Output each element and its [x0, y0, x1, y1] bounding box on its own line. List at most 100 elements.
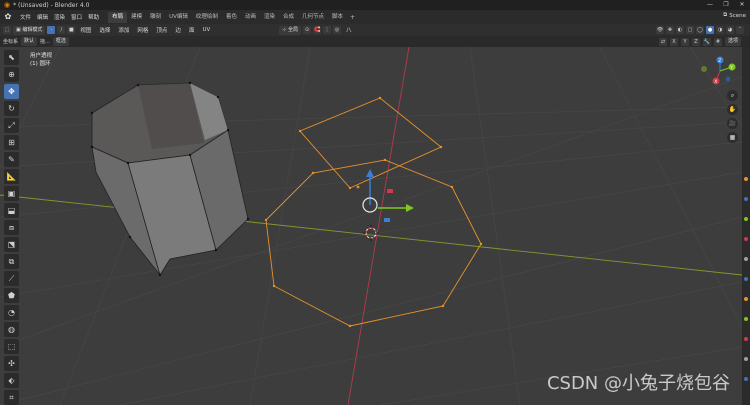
tab-texture-paint[interactable]: 纹理绘制	[192, 12, 222, 23]
add-workspace-icon[interactable]: +	[347, 14, 358, 21]
vertex-select-icon[interactable]: ·	[47, 26, 56, 34]
tab-animation[interactable]: 动画	[241, 12, 260, 23]
tool-settings-header: 坐标系 默认 拖... 框选 ⇄ X Y Z 🔧 # 选项	[0, 36, 750, 47]
sidebar-tabs[interactable]	[742, 47, 750, 405]
rip-tool-icon[interactable]: ⌗	[4, 390, 19, 405]
menu-face[interactable]: 面	[186, 26, 198, 34]
x-axis-line	[0, 194, 742, 276]
scale-tool-icon[interactable]: ⤢	[4, 118, 19, 133]
view-name: 用户透视	[30, 53, 53, 59]
menu-bar: ✿ 文件 编辑 渲染 窗口 帮助 布局 建模 雕刻 UV编辑 纹理绘制 着色 动…	[0, 10, 750, 24]
wrench-icon[interactable]: 🔧	[702, 37, 711, 46]
view-object-types-icon[interactable]: 👁	[656, 26, 664, 34]
proportional-label: 八	[346, 28, 352, 34]
move-gizmo[interactable]	[362, 169, 414, 222]
tab-geometry-nodes[interactable]: 几何节点	[298, 12, 328, 23]
menu-add[interactable]: 添加	[115, 26, 132, 34]
tab-scripting[interactable]: 脚本	[328, 12, 347, 23]
rendered-shading-icon[interactable]: ◕	[726, 26, 734, 34]
tab-modeling[interactable]: 建模	[127, 12, 146, 23]
solid-shading-icon[interactable]: ●	[706, 26, 714, 34]
watermark: CSDN @小兔子烧包谷	[546, 373, 730, 394]
menu-mesh[interactable]: 网格	[134, 26, 151, 34]
pivot-icon[interactable]: ⊙	[303, 26, 312, 34]
tab-uv-editing[interactable]: UV编辑	[165, 12, 192, 23]
tweak-tool-icon[interactable]: ⬉	[4, 50, 19, 65]
maximize-button[interactable]: ❐	[718, 0, 734, 10]
rotate-tool-icon[interactable]: ↻	[4, 101, 19, 116]
axis-y-toggle[interactable]: Y	[680, 37, 689, 46]
measure-tool-icon[interactable]: 📐	[4, 169, 19, 184]
menu-select[interactable]: 选择	[96, 26, 113, 34]
svg-text:X: X	[714, 79, 717, 85]
menu-uv[interactable]: UV	[199, 27, 213, 33]
gizmo-toggle-icon[interactable]: ✥	[666, 26, 674, 34]
orientation-icon: ⊹	[282, 26, 287, 33]
cursor-tool-icon[interactable]: ⊕	[4, 67, 19, 82]
zoom-icon[interactable]: ⌕	[727, 90, 738, 101]
viewport-scene	[0, 47, 742, 405]
grid-icon[interactable]: #	[713, 37, 722, 46]
axis-x-toggle[interactable]: X	[669, 37, 678, 46]
material-shading-icon[interactable]: ◑	[716, 26, 724, 34]
tab-sculpting[interactable]: 雕刻	[146, 12, 165, 23]
axis-z-toggle[interactable]: Z	[691, 37, 700, 46]
transform-orientation-dropdown[interactable]: ⊹ 全局	[279, 25, 302, 35]
menu-window[interactable]: 窗口	[68, 13, 85, 21]
inset-tool-icon[interactable]: ⧈	[4, 220, 19, 235]
edit-mode-icon: ▣	[16, 26, 21, 33]
menu-help[interactable]: 帮助	[85, 13, 102, 21]
proportional-edit-icon[interactable]: ◎	[333, 26, 342, 34]
menu-view[interactable]: 视图	[77, 26, 94, 34]
blender-menu-icon[interactable]: ✿	[3, 12, 13, 22]
drag-field-label: 拖...	[40, 39, 50, 45]
snap-options-icon[interactable]: ⋮	[323, 26, 332, 34]
grid-view-icon[interactable]: ▦	[727, 132, 738, 143]
drag-field-dropdown[interactable]: 框选	[52, 37, 69, 46]
move-tool-icon[interactable]: ✥	[4, 84, 19, 99]
close-button[interactable]: ✕	[734, 0, 750, 10]
viewport-info: 用户透视 (1) 圆环	[30, 52, 52, 68]
annotate-tool-icon[interactable]: ✎	[4, 152, 19, 167]
wireframe-shading-icon[interactable]: ◯	[696, 26, 704, 34]
menu-vertex[interactable]: 顶点	[153, 26, 170, 34]
blender-logo-icon: ◉	[4, 1, 11, 9]
poly-build-tool-icon[interactable]: ⬟	[4, 288, 19, 303]
xray-toggle-icon[interactable]: ▢	[686, 26, 694, 34]
pan-hand-icon[interactable]: ✋	[727, 104, 738, 115]
tab-shading[interactable]: 着色	[222, 12, 241, 23]
editor-type-icon[interactable]: ⬚	[3, 26, 11, 34]
shear-tool-icon[interactable]: ⬖	[4, 373, 19, 388]
scene-selector[interactable]: ⧉ Scene	[723, 12, 746, 19]
smooth-tool-icon[interactable]: ◍	[4, 322, 19, 337]
overlay-toggle-icon[interactable]: ◐	[676, 26, 684, 34]
knife-tool-icon[interactable]: ⟋	[4, 271, 19, 286]
spin-tool-icon[interactable]: ◔	[4, 305, 19, 320]
extrude-tool-icon[interactable]: ⬓	[4, 203, 19, 218]
menu-file[interactable]: 文件	[17, 13, 34, 21]
loop-cut-tool-icon[interactable]: ⧉	[4, 254, 19, 269]
edge-select-icon[interactable]: /	[57, 26, 66, 34]
minimize-button[interactable]: —	[702, 0, 718, 10]
bevel-tool-icon[interactable]: ⬔	[4, 237, 19, 252]
shading-options-icon[interactable]: ˅	[736, 26, 744, 34]
navigation-gizmo[interactable]: Z Y X	[698, 54, 738, 86]
menu-render[interactable]: 渲染	[51, 13, 68, 21]
edge-slide-tool-icon[interactable]: ⬚	[4, 339, 19, 354]
mode-dropdown[interactable]: ▣ 编辑模式	[13, 25, 46, 35]
tab-rendering[interactable]: 渲染	[260, 12, 279, 23]
menu-edit[interactable]: 编辑	[34, 13, 51, 21]
menu-edge[interactable]: 边	[172, 26, 184, 34]
transform-tool-icon[interactable]: ⊞	[4, 135, 19, 150]
mirror-icon[interactable]: ⇄	[658, 37, 667, 46]
selected-vertices	[264, 96, 483, 328]
add-cube-tool-icon[interactable]: ▣	[4, 186, 19, 201]
tab-compositing[interactable]: 合成	[279, 12, 298, 23]
options-dropdown[interactable]: 选项	[724, 37, 741, 46]
face-select-icon[interactable]: ■	[67, 26, 76, 34]
tab-layout[interactable]: 布局	[108, 11, 128, 23]
shrink-fatten-tool-icon[interactable]: ✣	[4, 356, 19, 371]
orientation-field-dropdown[interactable]: 默认	[21, 37, 38, 46]
snap-icon[interactable]: 🧲	[313, 26, 322, 34]
camera-icon[interactable]: 🎥	[727, 118, 738, 129]
